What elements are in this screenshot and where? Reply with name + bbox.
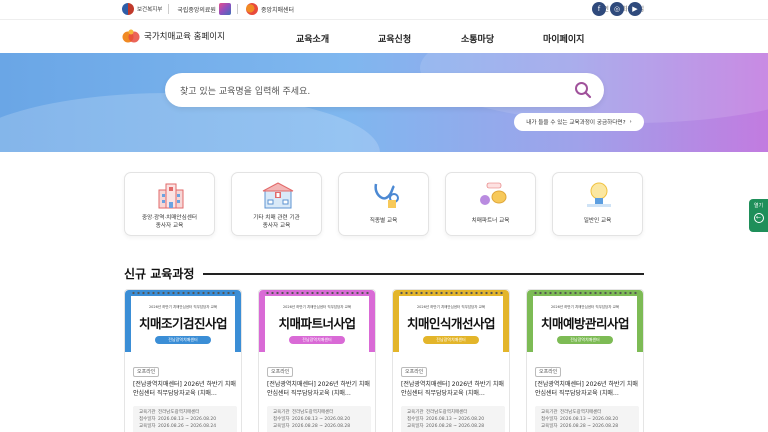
hospital-building-icon — [158, 183, 184, 209]
course-thumbnail: 2026년 하반기 치매안심센터 직무담당자 교육 치매조기검진사업 전남광역치… — [125, 290, 241, 352]
site-brand[interactable]: 국가치매교육 홈페이지 — [122, 28, 225, 44]
category-card-center-staff[interactable]: 중앙·광역·치매안심센터 종사자 교육 — [124, 172, 215, 236]
course-card[interactable]: 2026년 하반기 치매안심센터 직무담당자 교육 치매파트너사업 전남광역치매… — [258, 289, 376, 432]
menu-intro[interactable]: 교육소개 — [296, 32, 329, 45]
partner-icon — [480, 182, 507, 205]
partner-logos: 보건복지부 국립중앙의료원 중앙치매센터 — [122, 3, 294, 15]
course-meta: 교육기관 전라남도광역치매센터 접수일자 2026.08.13 ~ 2026.08.… — [401, 406, 505, 432]
category-card-general[interactable]: 일반인 교육 — [552, 172, 643, 236]
category-label: 치매파트너 교육 — [471, 218, 510, 224]
facebook-icon[interactable]: f — [592, 2, 606, 16]
menu-apply[interactable]: 교육신청 — [378, 32, 411, 45]
chevron-right-icon: › — [629, 119, 632, 125]
mode-badge: 오프라인 — [535, 367, 562, 377]
center-tag: 전남광역치매센터 — [155, 336, 211, 344]
search-input[interactable]: 찾고 있는 교육명을 입력해 주세요. — [180, 84, 310, 97]
course-program-name: 치매파트너사업 — [278, 316, 356, 331]
divider — [168, 4, 170, 14]
top-utility-bar: 보건복지부 국립중앙의료원 중앙치매센터 로그인 회원가입 f ◎ ▶ — [0, 0, 768, 20]
category-card-by-occupation[interactable]: 직종별 교육 — [338, 172, 429, 236]
mode-badge: 오프라인 — [267, 367, 294, 377]
course-thumbnail: 2026년 하반기 치매안심센터 직무담당자 교육 치매예방관리사업 전남광역치… — [527, 290, 643, 352]
nmc-mark-icon — [218, 3, 231, 15]
menu-mypage[interactable]: 마이페이지 — [543, 32, 584, 45]
category-card-other-institution[interactable]: 기타 치매 관련 기관 종사자 교육 — [231, 172, 322, 236]
course-title[interactable]: [전남광역치매센터] 2026년 하반기 치매안심센터 직무담당자교육 (치매… — [401, 380, 505, 398]
course-meta: 교육기관 전라남도광역치매센터 접수일자 2026.08.13 ~ 2026.08.… — [133, 406, 237, 432]
brand-logo-icon — [122, 29, 140, 43]
logo-ministry[interactable]: 보건복지부 — [122, 3, 170, 15]
main-navigation: 국가치매교육 홈페이지 교육소개 교육신청 소통마당 마이페이지 — [0, 20, 768, 53]
mode-badge: 오프라인 — [133, 367, 160, 377]
category-card-partner[interactable]: 치매파트너 교육 — [445, 172, 536, 236]
menu-community[interactable]: 소통마당 — [461, 32, 494, 45]
course-program-name: 치매예방관리사업 — [540, 316, 630, 331]
course-meta: 교육기관 전라남도광역치매센터 접수일자 2026.08.13 ~ 2026.08.… — [267, 406, 371, 432]
instagram-icon[interactable]: ◎ — [610, 2, 624, 16]
social-links: f ◎ ▶ — [592, 2, 642, 16]
divider — [236, 4, 238, 14]
course-program-name: 치매조기검진사업 — [138, 316, 228, 331]
course-title[interactable]: [전남광역치매센터] 2026년 하반기 치매안심센터 직무담당자교육 (치매… — [267, 380, 371, 398]
category-label: 기타 치매 관련 기관 종사자 교육 — [253, 215, 300, 229]
search-icon[interactable] — [574, 81, 592, 99]
logo-nmc[interactable]: 국립중앙의료원 — [177, 3, 238, 15]
center-tag: 전남광역치매센터 — [557, 336, 613, 344]
category-label: 직종별 교육 — [369, 218, 398, 224]
course-search-box[interactable]: 찾고 있는 교육명을 입력해 주세요. — [165, 73, 604, 107]
section-title-new-courses: 신규 교육과정 — [124, 267, 195, 281]
binder-rings — [533, 291, 637, 295]
course-card[interactable]: 2026년 하반기 치매안심센터 직무담당자 교육 치매인식개선사업 전남광역치… — [392, 289, 510, 432]
course-card[interactable]: 2026년 하반기 치매안심센터 직무담당자 교육 치매조기검진사업 전남광역치… — [124, 289, 242, 432]
binder-rings — [131, 291, 235, 295]
clinic-icon — [262, 182, 294, 209]
center-mark-icon — [245, 3, 258, 15]
course-thumbnail: 2026년 하반기 치매안심센터 직무담당자 교육 치매인식개선사업 전남광역치… — [393, 290, 509, 352]
category-label: 중앙·광역·치매안심센터 종사자 교육 — [141, 215, 198, 229]
logo-center[interactable]: 중앙치매센터 — [245, 3, 294, 15]
youtube-icon[interactable]: ▶ — [628, 2, 642, 16]
brand-title: 국가치매교육 홈페이지 — [144, 32, 225, 42]
section-divider — [203, 273, 644, 275]
curriculum-finder-button[interactable]: 내가 들을 수 있는 교육과정이 궁금하다면? › — [514, 113, 644, 131]
ministry-emblem-icon — [122, 3, 134, 15]
binder-rings — [399, 291, 503, 295]
course-title[interactable]: [전남광역치매센터] 2026년 하반기 치매안심센터 직무담당자교육 (치매… — [133, 380, 237, 398]
course-thumbnail: 2026년 하반기 치매안심센터 직무담당자 교육 치매파트너사업 전남광역치매… — [259, 290, 375, 352]
quick-menu-tab[interactable]: 열기 ← — [749, 199, 768, 232]
stethoscope-icon — [374, 183, 399, 208]
course-card[interactable]: 2026년 하반기 치매안심센터 직무담당자 교육 치매예방관리사업 전남광역치… — [526, 289, 644, 432]
lightbulb-icon — [587, 182, 611, 207]
course-title[interactable]: [전남광역치매센터] 2026년 하반기 치매안심센터 직무담당자교육 (치매… — [535, 380, 639, 398]
course-program-name: 치매인식개선사업 — [406, 316, 496, 331]
center-tag: 전남광역치매센터 — [289, 336, 345, 344]
binder-rings — [265, 291, 369, 295]
category-label: 일반인 교육 — [583, 218, 612, 224]
course-meta: 교육기관 전라남도광역치매센터 접수일자 2026.08.13 ~ 2026.08.… — [535, 406, 639, 432]
hero-banner: 찾고 있는 교육명을 입력해 주세요. 내가 들을 수 있는 교육과정이 궁금하… — [0, 53, 768, 152]
center-tag: 전남광역치매센터 — [423, 336, 479, 344]
arrow-left-icon: ← — [753, 213, 764, 223]
mode-badge: 오프라인 — [401, 367, 428, 377]
